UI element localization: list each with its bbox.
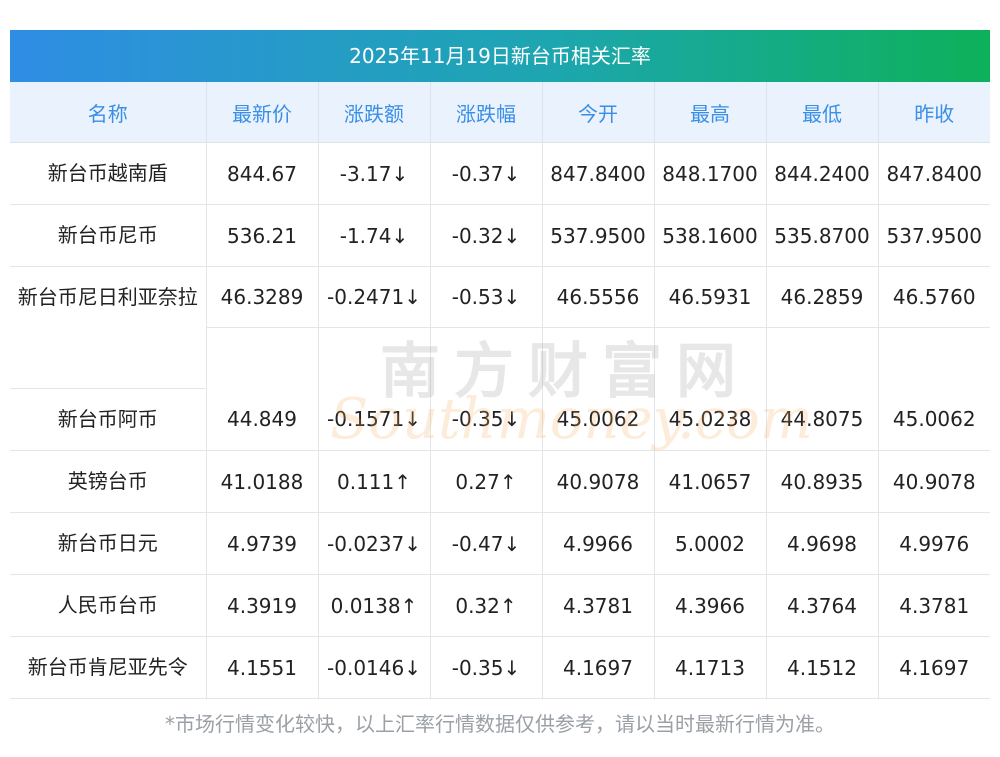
cell-latest: 4.1551 (206, 636, 319, 699)
cell-latest: 46.3289 (206, 266, 319, 389)
cell-pct: -0.35↓ (430, 636, 543, 699)
cell-open: 46.5556 (542, 266, 655, 389)
cell-high: 41.0657 (654, 450, 767, 513)
cell-low: 4.1512 (766, 636, 879, 699)
cell-open: 4.1697 (542, 636, 655, 699)
cell-name: 新台币尼币 (10, 204, 207, 267)
table-row: 新台币日元 4.9739 -0.0237↓ -0.47↓ 4.9966 5.0002 4.9… (10, 512, 990, 575)
cell-high: 5.0002 (654, 512, 767, 575)
col-header-latest: 最新价 (206, 82, 319, 143)
cell-latest: 4.3919 (206, 574, 319, 637)
cell-name: 新台币肯尼亚先令 (10, 636, 207, 699)
table-row: 新台币阿币 44.849 -0.1571↓ -0.35↓ 45.0062 45.0238 4… (10, 388, 990, 451)
col-header-name: 名称 (10, 82, 207, 143)
table-body: 新台币越南盾 844.67 -3.17↓ -0.37↓ 847.8400 848.1700… (10, 142, 990, 699)
cell-change: -0.0146↓ (318, 636, 431, 699)
cell-prev: 4.9976 (878, 512, 990, 575)
cell-prev: 4.1697 (878, 636, 990, 699)
cell-pct: -0.47↓ (430, 512, 543, 575)
table-row: 新台币肯尼亚先令 4.1551 -0.0146↓ -0.35↓ 4.1697 4.1713… (10, 636, 990, 699)
cell-name: 英镑台币 (10, 450, 207, 513)
cell-open: 4.9966 (542, 512, 655, 575)
col-header-low: 最低 (766, 82, 879, 143)
cell-latest: 4.9739 (206, 512, 319, 575)
cell-latest: 844.67 (206, 142, 319, 205)
cell-pct: 0.32↑ (430, 574, 543, 637)
cell-name: 新台币日元 (10, 512, 207, 575)
cell-latest: 44.849 (206, 388, 319, 451)
cell-pct: -0.53↓ (430, 266, 543, 389)
cell-latest: 536.21 (206, 204, 319, 267)
disclaimer: *市场行情变化较快，以上汇率行情数据仅供参考，请以当时最新行情为准。 (165, 712, 835, 736)
cell-change: 0.111↑ (318, 450, 431, 513)
cell-open: 40.9078 (542, 450, 655, 513)
table-row: 新台币尼日利亚奈拉 46.3289 -0.2471↓ -0.53↓ 46.5556 46.… (10, 266, 990, 389)
cell-low: 46.2859 (766, 266, 879, 389)
cell-prev: 40.9078 (878, 450, 990, 513)
cell-low: 844.2400 (766, 142, 879, 205)
exchange-rate-table: 名称 最新价 涨跌额 涨跌幅 今开 最高 最低 昨收 新台币越南盾 844.67-… (10, 82, 990, 699)
cell-low: 535.8700 (766, 204, 879, 267)
col-header-high: 最高 (654, 82, 767, 143)
cell-prev: 4.3781 (878, 574, 990, 637)
cell-low: 4.9698 (766, 512, 879, 575)
table-row: 英镑台币 41.0188 0.111↑ 0.27↑ 40.9078 41.0657 40.8… (10, 450, 990, 513)
cell-pct: -0.37↓ (430, 142, 543, 205)
cell-change: 0.0138↑ (318, 574, 431, 637)
cell-pct: 0.27↑ (430, 450, 543, 513)
cell-low: 44.8075 (766, 388, 879, 451)
cell-change: -3.17↓ (318, 142, 431, 205)
cell-change: -0.2471↓ (318, 266, 431, 389)
cell-name: 人民币台币 (10, 574, 207, 637)
cell-high: 4.1713 (654, 636, 767, 699)
cell-open: 4.3781 (542, 574, 655, 637)
cell-prev: 537.9500 (878, 204, 990, 267)
cell-open: 847.8400 (542, 142, 655, 205)
table-row: 新台币越南盾 844.67 -3.17↓ -0.37↓ 847.8400 848.1700… (10, 142, 990, 205)
table-row: 人民币台币 4.3919 0.0138↑ 0.32↑ 4.3781 4.3966 4.376… (10, 574, 990, 637)
col-header-prev: 昨收 (878, 82, 990, 143)
cell-open: 537.9500 (542, 204, 655, 267)
cell-prev: 46.5760 (878, 266, 990, 389)
cell-low: 4.3764 (766, 574, 879, 637)
cell-pct: -0.32↓ (430, 204, 543, 267)
cell-prev: 847.8400 (878, 142, 990, 205)
cell-prev: 45.0062 (878, 388, 990, 451)
cell-high: 538.1600 (654, 204, 767, 267)
cell-change: -0.0237↓ (318, 512, 431, 575)
table-header-row: 名称 最新价 涨跌额 涨跌幅 今开 最高 最低 昨收 (10, 82, 990, 143)
cell-open: 45.0062 (542, 388, 655, 451)
cell-name: 新台币越南盾 (10, 142, 207, 205)
cell-change: -1.74↓ (318, 204, 431, 267)
cell-high: 4.3966 (654, 574, 767, 637)
cell-pct: -0.35↓ (430, 388, 543, 451)
col-header-change: 涨跌额 (318, 82, 431, 143)
cell-name: 新台币阿币 (10, 388, 207, 451)
cell-change: -0.1571↓ (318, 388, 431, 451)
col-header-open: 今开 (542, 82, 655, 143)
cell-low: 40.8935 (766, 450, 879, 513)
page-title: 2025年11月19日新台币相关汇率 (10, 30, 990, 82)
col-header-pct: 涨跌幅 (430, 82, 543, 143)
cell-name: 新台币尼日利亚奈拉 (10, 266, 207, 389)
cell-high: 46.5931 (654, 266, 767, 389)
table-row: 新台币尼币 536.21 -1.74↓ -0.32↓ 537.9500 538.1600 5… (10, 204, 990, 267)
cell-latest: 41.0188 (206, 450, 319, 513)
cell-high: 45.0238 (654, 388, 767, 451)
cell-high: 848.1700 (654, 142, 767, 205)
